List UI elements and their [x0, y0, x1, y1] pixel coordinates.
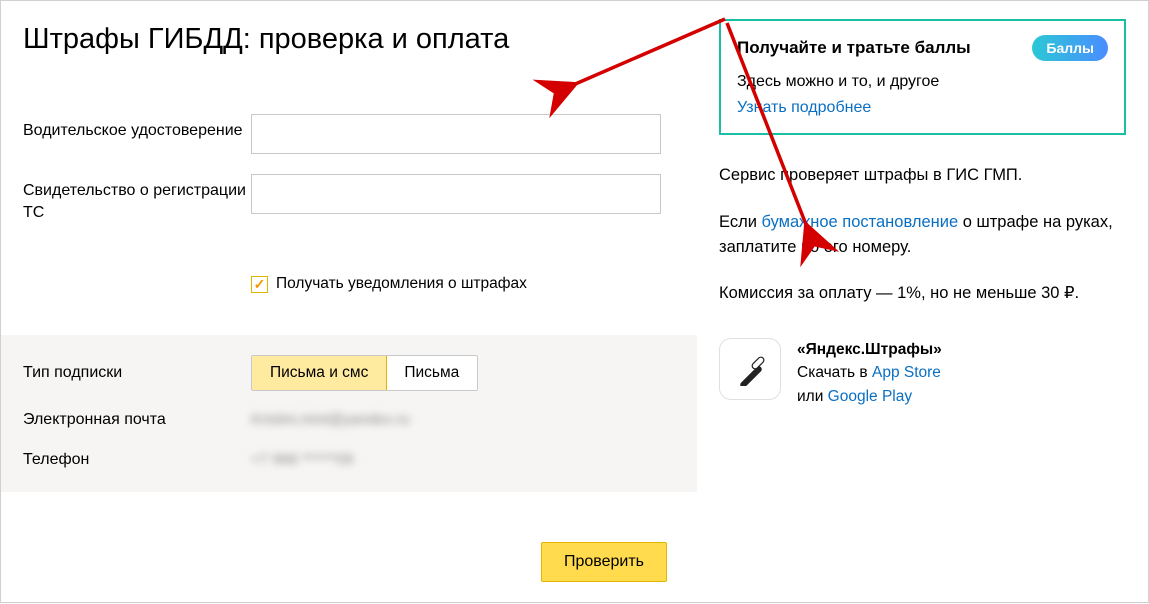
info-line-3: Комиссия за оплату — 1%, но не меньше 30… — [719, 281, 1126, 306]
promo-subtitle: Здесь можно и то, и другое — [737, 73, 1108, 91]
app-icon — [719, 338, 781, 400]
google-play-link[interactable]: Google Play — [828, 388, 912, 405]
info-line-2: Если бумажное постановление о штрафе на … — [719, 210, 1126, 260]
notify-checkbox[interactable]: ✓ Получать уведомления о штрафах — [251, 275, 667, 293]
info-line2-pre: Если — [719, 213, 762, 231]
phone-label: Телефон — [23, 449, 251, 471]
page-title: Штрафы ГИБДД: проверка и оплата — [23, 23, 667, 56]
info-line-1: Сервис проверяет штрафы в ГИС ГМП. — [719, 163, 1126, 188]
email-label: Электронная почта — [23, 409, 251, 431]
or-text: или — [797, 388, 828, 405]
checkmark-icon: ✓ — [251, 276, 268, 293]
subscription-type-label: Тип подписки — [23, 362, 251, 384]
app-name: «Яндекс.Штрафы» — [797, 338, 942, 361]
phone-value: +7 968 ******09 — [251, 451, 353, 468]
registration-input[interactable] — [251, 174, 661, 214]
email-value: Kristini.mint@yandex.ru — [251, 411, 410, 428]
app-promo: «Яндекс.Штрафы» Скачать в App Store или … — [719, 338, 1126, 408]
seg-letters-sms[interactable]: Письма и смс — [251, 355, 387, 391]
download-pre: Скачать в — [797, 364, 872, 381]
seg-letters[interactable]: Письма — [386, 356, 477, 390]
license-input[interactable] — [251, 114, 661, 154]
promo-title: Получайте и тратьте баллы — [737, 38, 971, 58]
app-store-link[interactable]: App Store — [872, 364, 941, 381]
notify-label: Получать уведомления о штрафах — [276, 275, 527, 293]
registration-label: Свидетельство о регистрации ТС — [23, 174, 251, 223]
submit-button[interactable]: Проверить — [541, 542, 667, 582]
promo-learn-more-link[interactable]: Узнать подробнее — [737, 99, 871, 116]
points-badge[interactable]: Баллы — [1032, 35, 1108, 61]
subscription-segmented: Письма и смс Письма — [251, 355, 478, 391]
promo-box: Получайте и тратьте баллы Баллы Здесь мо… — [719, 19, 1126, 135]
paper-resolution-link[interactable]: бумажное постановление — [762, 213, 959, 231]
wand-icon — [733, 352, 767, 386]
license-label: Водительское удостоверение — [23, 114, 251, 142]
